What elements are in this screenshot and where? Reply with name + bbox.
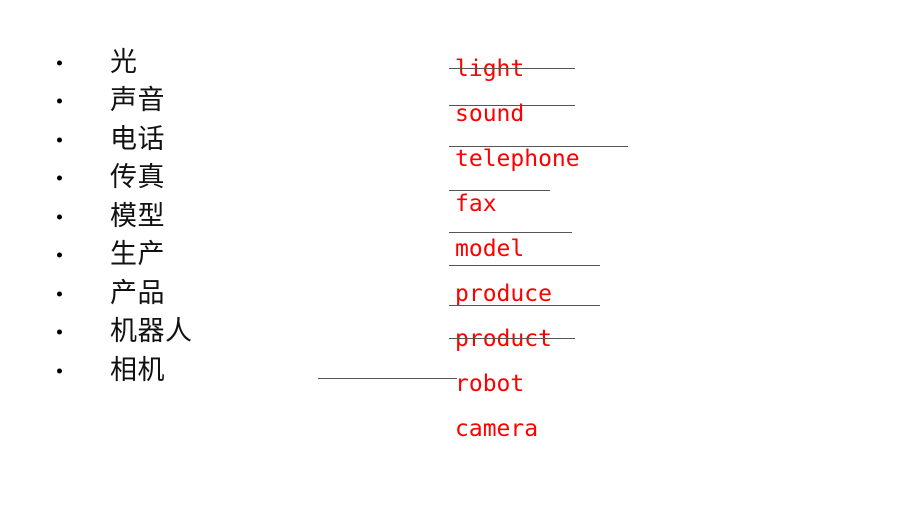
english-term-label: model [455, 235, 525, 262]
english-list-item[interactable]: sound [455, 99, 524, 129]
english-list-item[interactable]: light [455, 54, 524, 84]
english-term-label: sound [455, 100, 525, 127]
vocabulary-matching-slide: 光声音 电话 传真 模型 生产 产品 机器人 相机 light sound telephone fa… [0, 0, 920, 518]
english-term-label: robot [455, 370, 525, 397]
english-list-item[interactable]: product [455, 324, 552, 354]
english-list-item[interactable]: robot [455, 369, 524, 399]
english-term-label: light [455, 55, 525, 82]
english-list-item[interactable]: model [455, 234, 524, 264]
english-term-label: product [455, 325, 552, 352]
english-list-item[interactable]: camera [455, 414, 538, 444]
english-term-label: camera [455, 415, 539, 442]
english-term-list: light sound telephone fax model produce produc… [0, 0, 920, 518]
english-term-label: produce [455, 280, 552, 307]
english-term-label: telephone [455, 145, 580, 172]
english-list-item[interactable]: produce [455, 279, 552, 309]
english-term-label: fax [455, 190, 497, 217]
english-list-item[interactable]: telephone [455, 144, 580, 174]
english-list-item[interactable]: fax [455, 189, 497, 219]
